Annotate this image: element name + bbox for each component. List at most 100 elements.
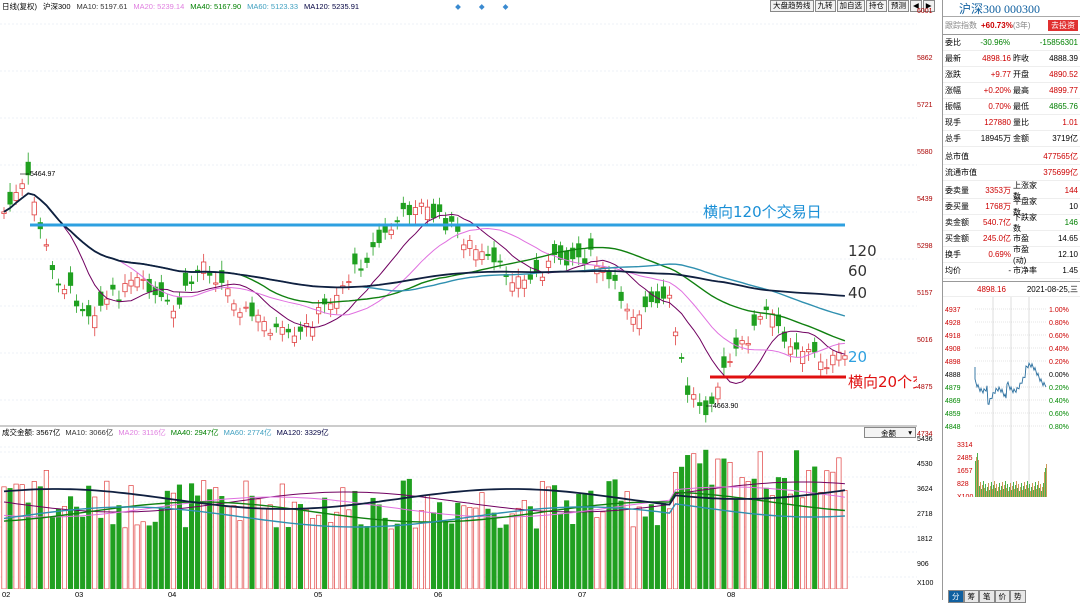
svg-text:4888: 4888 — [945, 372, 961, 379]
volume-legend-item: MA20: 3116亿 — [118, 428, 166, 437]
ma120-tag: 120 — [848, 242, 877, 260]
svg-text:828: 828 — [957, 481, 969, 488]
volume-axis-tick: 3624 — [917, 486, 933, 493]
panel-tab[interactable]: 势 — [1010, 590, 1026, 603]
volume-axis-tick: X100 — [917, 580, 934, 587]
quote-row: 现手 127880 量比 1.01 — [943, 115, 1080, 131]
toolbar-button[interactable]: 九转 — [814, 0, 836, 12]
svg-text:4918: 4918 — [945, 333, 961, 340]
ma-legend-item: 沪深300 — [43, 1, 71, 11]
svg-text:0.80%: 0.80% — [1049, 320, 1069, 327]
svg-text:4937: 4937 — [945, 307, 961, 314]
panel-tab[interactable]: 分 — [948, 590, 964, 603]
quote-row: 涨幅 +0.20% 最高 4899.77 — [943, 83, 1080, 99]
svg-text:4898: 4898 — [945, 359, 961, 366]
svg-text:2485: 2485 — [957, 455, 973, 462]
svg-text:4869: 4869 — [945, 398, 961, 405]
svg-text:0.20%: 0.20% — [1049, 359, 1069, 366]
svg-text:0.80%: 0.80% — [1049, 424, 1069, 431]
volume-legend-item: MA120: 3329亿 — [276, 428, 329, 437]
price-axis-tick: 5439 — [917, 196, 933, 203]
price-axis-tick: 5580 — [917, 149, 933, 156]
volume-axis-tick: 2718 — [917, 511, 933, 518]
quote-panel: 沪深300 000300 跟踪指数 +60.73% (3年) 去投资 委比 -30… — [942, 0, 1080, 600]
tracking-index-link[interactable]: 跟踪指数 — [945, 20, 977, 31]
volume-axis-tick: 906 — [917, 561, 929, 568]
invest-button[interactable]: 去投资 — [1048, 20, 1078, 31]
svg-text:0.60%: 0.60% — [1049, 411, 1069, 418]
quote-row: 振幅 0.70% 最低 4865.76 — [943, 99, 1080, 115]
svg-text:4859: 4859 — [945, 411, 961, 418]
svg-text:0.00%: 0.00% — [1049, 372, 1069, 379]
svg-text:4879: 4879 — [945, 385, 961, 392]
price-axis-tick: 5298 — [917, 243, 933, 250]
ma-legend-item: MA20: 5239.14 — [133, 1, 185, 11]
toolbar-button[interactable]: 加自选 — [836, 0, 865, 12]
price-axis-tick: 4875 — [917, 384, 933, 391]
intraday-chart[interactable]: 4937 1.00% 4928 0.80% 4918 0.60% 4908 0.40% 4898… — [943, 297, 1080, 501]
quote-row: 换手 0.69% 市盈(动) 12.10 — [943, 244, 1080, 265]
svg-text:0.40%: 0.40% — [1049, 398, 1069, 405]
volume-legend-bar: 成交金额: 3567亿 MA10: 3066亿 MA20: 3116亿 MA40: 2… — [0, 427, 917, 438]
toolbar-button[interactable]: 大盘趋势线 — [770, 0, 814, 12]
svg-text:X100: X100 — [957, 494, 973, 497]
month-label: 02 — [2, 590, 11, 599]
signal-markers: ◆◆◆ — [455, 1, 527, 11]
low-price-label: 4663.90 — [713, 403, 738, 410]
ma-legend-item: MA10: 5197.61 — [76, 1, 128, 11]
ma-legend-item: MA120: 5235.91 — [304, 1, 360, 11]
svg-text:4928: 4928 — [945, 320, 961, 327]
quote-row: 涨跌 +9.77 开盘 4890.52 — [943, 67, 1080, 83]
panel-tab[interactable]: 筹 — [963, 590, 979, 603]
ma20-tag: 20 — [848, 348, 867, 366]
toolbar-button[interactable]: 预测 — [888, 0, 909, 12]
chevron-down-icon[interactable]: ▾ — [908, 428, 912, 437]
market-cap-row: 总市值 477565亿 — [943, 149, 1080, 165]
panel-tabs: 分筹笔价势 — [948, 590, 1026, 603]
volume-legend-item: 成交金额: 3567亿 — [2, 428, 61, 437]
month-label: 03 — [75, 590, 84, 599]
price-axis-tick: 5157 — [917, 290, 933, 297]
svg-text:0.60%: 0.60% — [1049, 333, 1069, 340]
volume-axis-tick: 5436 — [917, 436, 933, 443]
svg-text:0.40%: 0.40% — [1049, 346, 1069, 353]
month-label: 05 — [314, 590, 323, 599]
panel-tab[interactable]: 价 — [994, 590, 1010, 603]
month-label: 04 — [168, 590, 177, 599]
ma-legend-item: MA60: 5123.33 — [247, 1, 299, 11]
volume-legend-item: MA40: 2947亿 — [170, 428, 219, 437]
price-axis-tick: 5721 — [917, 102, 933, 109]
ma-legend-item: 日线(复权) — [2, 1, 37, 11]
panel-tab[interactable]: 笔 — [979, 590, 995, 603]
price-axis-tick: 6001 — [917, 8, 933, 15]
mini-chart-header: 4898.16 2021-08-25,三 — [943, 281, 1080, 297]
ma40-tag: 40 — [848, 284, 867, 302]
month-label: 08 — [727, 590, 736, 599]
volume-axis-tick: 4530 — [917, 461, 933, 468]
month-label: 07 — [578, 590, 587, 599]
month-label: 06 — [434, 590, 443, 599]
svg-text:1657: 1657 — [957, 468, 973, 475]
high-price-label: 5464.97 — [30, 171, 55, 178]
volume-selector[interactable]: 金额 ▾ — [864, 427, 916, 438]
volume-legend-item: MA60: 2774亿 — [223, 428, 272, 437]
price-axis-tick: 5016 — [917, 337, 933, 344]
quote-row: 均价 - 市净率 1.45 — [943, 263, 1080, 279]
label-120-days: 横向120个交易日 — [703, 203, 822, 221]
ma60-tag: 60 — [848, 262, 867, 280]
kline-chart[interactable]: 横向120个交易日 横向20个交易日 120 60 40 20 5464.97 … — [0, 12, 917, 589]
svg-text:0.20%: 0.20% — [1049, 385, 1069, 392]
svg-text:3314: 3314 — [957, 442, 973, 449]
label-20-days: 横向20个交易日 — [848, 373, 917, 391]
toolbar-button[interactable]: 持仓 — [866, 0, 887, 12]
chart-toolbar: 大盘趋势线 九转 加自选 持仓 预测 ◀ ▶ — [769, 0, 935, 12]
svg-text:4848: 4848 — [945, 424, 961, 431]
ma-legend-item: MA40: 5167.90 — [190, 1, 242, 11]
panel-title: 沪深300 000300 — [943, 0, 1080, 17]
quote-row: 最新 4898.16 昨收 4888.39 — [943, 51, 1080, 67]
volume-axis-tick: 1812 — [917, 536, 933, 543]
quote-row: 委比 -30.96% -15856301 — [943, 35, 1080, 51]
quote-row: 总手 18945万 金额 3719亿 — [943, 131, 1080, 147]
volume-legend-item: MA10: 3066亿 — [65, 428, 114, 437]
tracking-index-row: 跟踪指数 +60.73% (3年) 去投资 — [943, 17, 1080, 35]
